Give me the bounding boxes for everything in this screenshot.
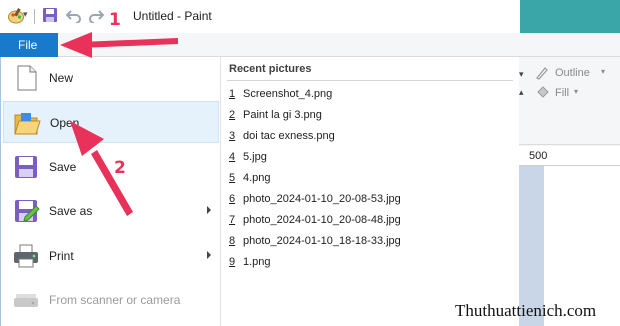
annotation-step-2: 2 [114,158,126,178]
annotation-step-1: 1 [109,10,121,30]
watermark: Thuthuattienich.com [455,301,597,320]
annotation-overlay [60,32,178,216]
annotation-arrow-1 [60,32,178,58]
